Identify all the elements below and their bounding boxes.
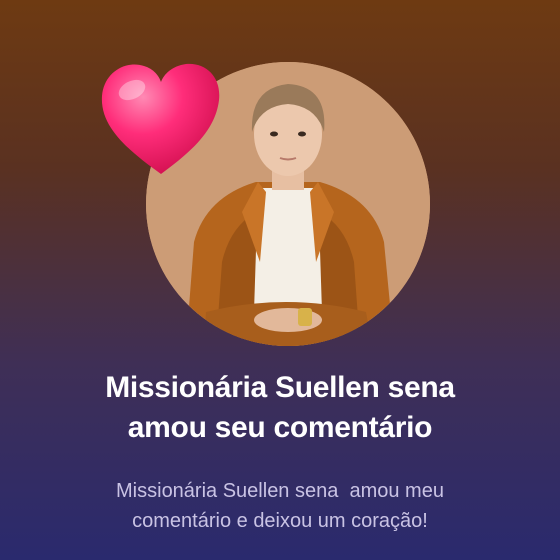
message-line-1: Missionária Suellen sena amou meu [116, 480, 444, 502]
title-line-2: amou seu comentário [127, 411, 433, 444]
title-line-1: Missionária Suellen sena [105, 371, 455, 404]
notification-title: Missionária Suellen sena amou seu coment… [0, 368, 560, 448]
notification-message: Missionária Suellen sena amou meu coment… [0, 476, 560, 536]
heart-icon [101, 63, 220, 174]
notification-card: Missionária Suellen sena amou seu coment… [0, 0, 560, 560]
message-line-2: comentário e deixou um coração! [132, 510, 428, 532]
